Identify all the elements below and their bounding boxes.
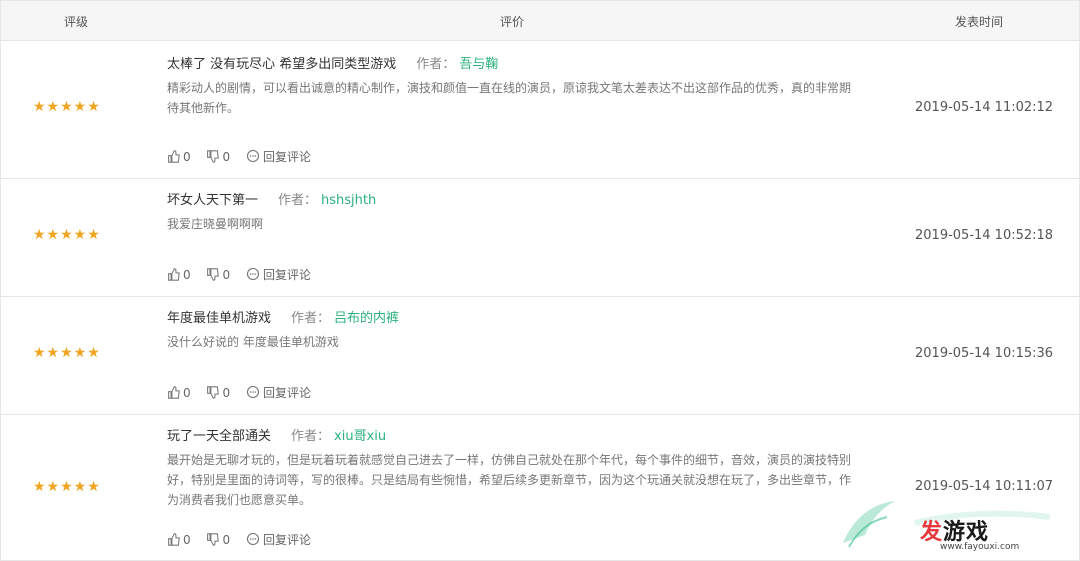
like-button[interactable]: 0 (167, 150, 191, 164)
reviews-table: 评级 评价 发表时间 ★★★★★ 太棒了 没有玩尽心 希望多出同类型游戏 作者：吾… (0, 0, 1080, 561)
post-time: 2019-05-14 10:15:36 (915, 346, 1054, 361)
review-content: 我爱庄晓曼啊啊啊 (167, 217, 264, 231)
author-label: 作者： (291, 311, 331, 326)
star-rating: ★★★★★ (33, 99, 101, 115)
thumbs-up-icon (168, 386, 180, 399)
reply-button[interactable]: 回复评论 (246, 266, 311, 283)
like-count: 0 (183, 268, 191, 282)
author-name[interactable]: 吕布的内裤 (334, 311, 399, 326)
like-button[interactable]: 0 (167, 386, 191, 400)
post-time: 2019-05-14 10:11:07 (915, 479, 1054, 494)
table-row: ★★★★★ 年度最佳单机游戏 作者： 吕布的内裤 没什么好说的 年度最佳单机游戏 0… (1, 297, 1079, 415)
review-title: 年度最佳单机游戏 (167, 311, 272, 326)
header-review: 评价 (500, 15, 525, 29)
thumbs-down-icon (207, 386, 220, 399)
author-label: 作者： (278, 193, 318, 208)
review-title: 太棒了 没有玩尽心 希望多出同类型游戏 (167, 57, 397, 72)
dislike-button[interactable]: 0 (206, 268, 230, 282)
review-title: 坏女人天下第一 (167, 193, 259, 208)
table-row: ★★★★★ 太棒了 没有玩尽心 希望多出同类型游戏 作者： 吾与鞠 精彩动人的剧情，… (1, 41, 1079, 179)
review-content: 最开始是无聊才玩的，但是玩着玩着就感觉自己进去了一样，仿佛自己就处在那个年代，每… (167, 453, 852, 507)
post-time: 2019-05-14 10:52:18 (915, 228, 1054, 243)
thumbs-up-icon (168, 150, 180, 163)
reply-button[interactable]: 回复评论 (246, 531, 311, 548)
dislike-count: 0 (222, 386, 231, 400)
review-content: 精彩动人的剧情，可以看出诚意的精心制作，演技和颜值一直在线的演员，原谅我文笔太差… (167, 81, 852, 115)
reply-label: 回复评论 (262, 150, 311, 164)
table-header: 评级 评价 发表时间 (1, 1, 1079, 41)
reply-label: 回复评论 (262, 386, 311, 400)
reply-button[interactable]: 回复评论 (246, 148, 311, 165)
star-rating: ★★★★★ (33, 479, 101, 495)
review-title: 玩了一天全部通关 (167, 429, 272, 444)
thumbs-down-icon (207, 533, 220, 546)
dislike-count: 0 (222, 150, 231, 164)
dislike-button[interactable]: 0 (206, 150, 230, 164)
like-count: 0 (183, 386, 191, 400)
watermark-url: www.fayouxi.com (940, 542, 1020, 552)
dislike-count: 0 (222, 268, 231, 282)
star-rating: ★★★★★ (33, 227, 101, 243)
like-count: 0 (183, 533, 191, 547)
comment-icon (246, 532, 260, 546)
thumbs-up-icon (168, 533, 180, 546)
dislike-count: 0 (222, 533, 231, 547)
author-name[interactable]: xiu哥xiu (334, 429, 386, 444)
thumbs-down-icon (207, 268, 220, 281)
thumbs-down-icon (207, 150, 220, 163)
reply-button[interactable]: 回复评论 (246, 384, 311, 401)
like-button[interactable]: 0 (167, 533, 191, 547)
reply-label: 回复评论 (262, 268, 311, 282)
author-label: 作者： (416, 57, 456, 72)
author-name[interactable]: 吾与鞠 (459, 57, 498, 72)
thumbs-up-icon (168, 268, 180, 281)
comment-icon (246, 385, 260, 399)
dislike-button[interactable]: 0 (206, 533, 230, 547)
author-label: 作者： (291, 429, 331, 444)
like-count: 0 (183, 150, 191, 164)
header-time: 发表时间 (955, 15, 1004, 29)
comment-icon (246, 267, 260, 281)
comment-icon (246, 149, 260, 163)
reply-label: 回复评论 (262, 533, 311, 547)
header-rating: 评级 (64, 15, 89, 29)
author-name[interactable]: hshsjhth (321, 193, 376, 208)
post-time: 2019-05-14 11:02:12 (915, 100, 1054, 115)
review-content: 没什么好说的 年度最佳单机游戏 (167, 335, 339, 349)
star-rating: ★★★★★ (33, 345, 101, 361)
like-button[interactable]: 0 (167, 268, 191, 282)
dislike-button[interactable]: 0 (206, 386, 230, 400)
table-row: ★★★★★ 坏女人天下第一 作者： hshsjhth 我爱庄晓曼啊啊啊 0 0 回复… (1, 179, 1079, 297)
